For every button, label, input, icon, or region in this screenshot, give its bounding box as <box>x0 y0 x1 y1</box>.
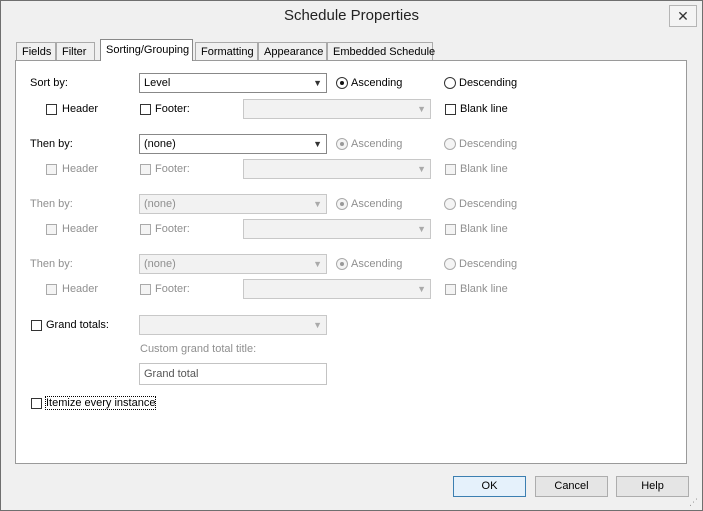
then-by-3-footer-checkbox[interactable] <box>140 284 151 295</box>
radio-selected-dot <box>340 142 344 146</box>
sort-by-descending-radio[interactable] <box>444 77 456 89</box>
then-by-3-descending-label: Descending <box>459 258 518 270</box>
chevron-down-icon: ▼ <box>313 139 322 149</box>
then-by-1-header-checkbox[interactable] <box>46 164 57 175</box>
then-by-1-descending-radio[interactable] <box>444 138 456 150</box>
then-by-3-blank-line-label: Blank line <box>460 283 508 295</box>
tab-fields[interactable]: Fields <box>16 42 56 60</box>
tab-filter[interactable]: Filter <box>56 42 95 60</box>
sorting-grouping-panel: Sort by: Level ▼ Ascending Descending He… <box>15 60 687 464</box>
sort-by-blank-line-label: Blank line <box>460 103 508 115</box>
then-by-2-footer-select[interactable]: ▼ <box>243 219 431 239</box>
sort-by-footer-label: Footer: <box>155 103 190 115</box>
radio-selected-dot <box>340 202 344 206</box>
then-by-2-blank-line-label: Blank line <box>460 223 508 235</box>
then-by-1-header-label: Header <box>62 163 99 175</box>
then-by-3-ascending-radio[interactable] <box>336 258 348 270</box>
tab-embedded-schedule[interactable]: Embedded Schedule <box>327 42 435 60</box>
then-by-2-header-label: Header <box>62 223 99 235</box>
then-by-2-ascending-radio[interactable] <box>336 198 348 210</box>
cancel-button[interactable]: Cancel <box>535 476 608 497</box>
then-by-2-ascending-label: Ascending <box>351 198 403 210</box>
tab-formatting[interactable]: Formatting <box>195 42 258 60</box>
itemize-every-instance-checkbox[interactable] <box>31 398 42 409</box>
schedule-properties-dialog: Schedule Properties ✕ Fields Filter Sort… <box>0 0 703 511</box>
then-by-1-ascending-label: Ascending <box>351 138 403 150</box>
chevron-down-icon: ▼ <box>313 199 322 209</box>
then-by-2-footer-checkbox[interactable] <box>140 224 151 235</box>
grand-totals-checkbox[interactable] <box>31 320 42 331</box>
sort-by-label: Sort by: <box>30 77 68 89</box>
sort-by-select[interactable]: Level ▼ <box>139 73 327 93</box>
then-by-1-label: Then by: <box>30 138 73 150</box>
sort-by-footer-checkbox[interactable] <box>140 104 151 115</box>
chevron-down-icon: ▼ <box>417 284 426 294</box>
then-by-3-blank-line-checkbox[interactable] <box>445 284 456 295</box>
radio-selected-dot <box>340 81 344 85</box>
then-by-2-descending-label: Descending <box>459 198 518 210</box>
chevron-down-icon: ▼ <box>417 104 426 114</box>
custom-grand-total-title-label: Custom grand total title: <box>140 343 257 355</box>
chevron-down-icon: ▼ <box>417 164 426 174</box>
close-icon[interactable]: ✕ <box>669 5 697 27</box>
chevron-down-icon: ▼ <box>313 320 322 330</box>
help-button[interactable]: Help <box>616 476 689 497</box>
then-by-3-label: Then by: <box>30 258 73 270</box>
title-bar: Schedule Properties ✕ <box>1 1 702 33</box>
then-by-1-blank-line-checkbox[interactable] <box>445 164 456 175</box>
sort-by-header-checkbox[interactable] <box>46 104 57 115</box>
then-by-1-descending-label: Descending <box>459 138 518 150</box>
grand-totals-label: Grand totals: <box>46 319 109 331</box>
chevron-down-icon: ▼ <box>313 259 322 269</box>
radio-selected-dot <box>340 262 344 266</box>
then-by-3-ascending-label: Ascending <box>351 258 403 270</box>
then-by-2-select[interactable]: (none) ▼ <box>139 194 327 214</box>
then-by-2-label: Then by: <box>30 198 73 210</box>
then-by-1-select-value: (none) <box>144 138 176 150</box>
sort-by-ascending-label: Ascending <box>351 77 403 89</box>
sort-by-select-value: Level <box>144 77 171 89</box>
then-by-3-header-checkbox[interactable] <box>46 284 57 295</box>
ok-button[interactable]: OK <box>453 476 526 497</box>
sort-by-descending-label: Descending <box>459 77 518 89</box>
then-by-3-descending-radio[interactable] <box>444 258 456 270</box>
then-by-2-select-value: (none) <box>144 198 176 210</box>
grand-totals-select[interactable]: ▼ <box>139 315 327 335</box>
then-by-1-blank-line-label: Blank line <box>460 163 508 175</box>
chevron-down-icon: ▼ <box>313 78 322 88</box>
itemize-every-instance-label: Itemize every instance <box>44 396 157 410</box>
then-by-2-header-checkbox[interactable] <box>46 224 57 235</box>
then-by-3-select-value: (none) <box>144 258 176 270</box>
then-by-1-footer-select[interactable]: ▼ <box>243 159 431 179</box>
dialog-title: Schedule Properties <box>283 7 420 24</box>
then-by-1-select[interactable]: (none) ▼ <box>139 134 327 154</box>
sort-by-footer-select[interactable]: ▼ <box>243 99 431 119</box>
then-by-2-blank-line-checkbox[interactable] <box>445 224 456 235</box>
chevron-down-icon: ▼ <box>417 224 426 234</box>
resize-grip-icon[interactable]: ⋰ <box>689 497 699 507</box>
then-by-1-ascending-radio[interactable] <box>336 138 348 150</box>
tab-sorting-grouping[interactable]: Sorting/Grouping <box>100 39 193 61</box>
tab-appearance[interactable]: Appearance <box>258 42 327 60</box>
then-by-2-descending-radio[interactable] <box>444 198 456 210</box>
sort-by-header-label: Header <box>62 103 99 115</box>
then-by-3-footer-select[interactable]: ▼ <box>243 279 431 299</box>
then-by-2-footer-label: Footer: <box>155 223 190 235</box>
then-by-3-footer-label: Footer: <box>155 283 190 295</box>
then-by-3-select[interactable]: (none) ▼ <box>139 254 327 274</box>
sort-by-ascending-radio[interactable] <box>336 77 348 89</box>
then-by-1-footer-label: Footer: <box>155 163 190 175</box>
then-by-3-header-label: Header <box>62 283 99 295</box>
custom-grand-total-title-input[interactable]: Grand total <box>139 363 327 385</box>
sort-by-blank-line-checkbox[interactable] <box>445 104 456 115</box>
then-by-1-footer-checkbox[interactable] <box>140 164 151 175</box>
